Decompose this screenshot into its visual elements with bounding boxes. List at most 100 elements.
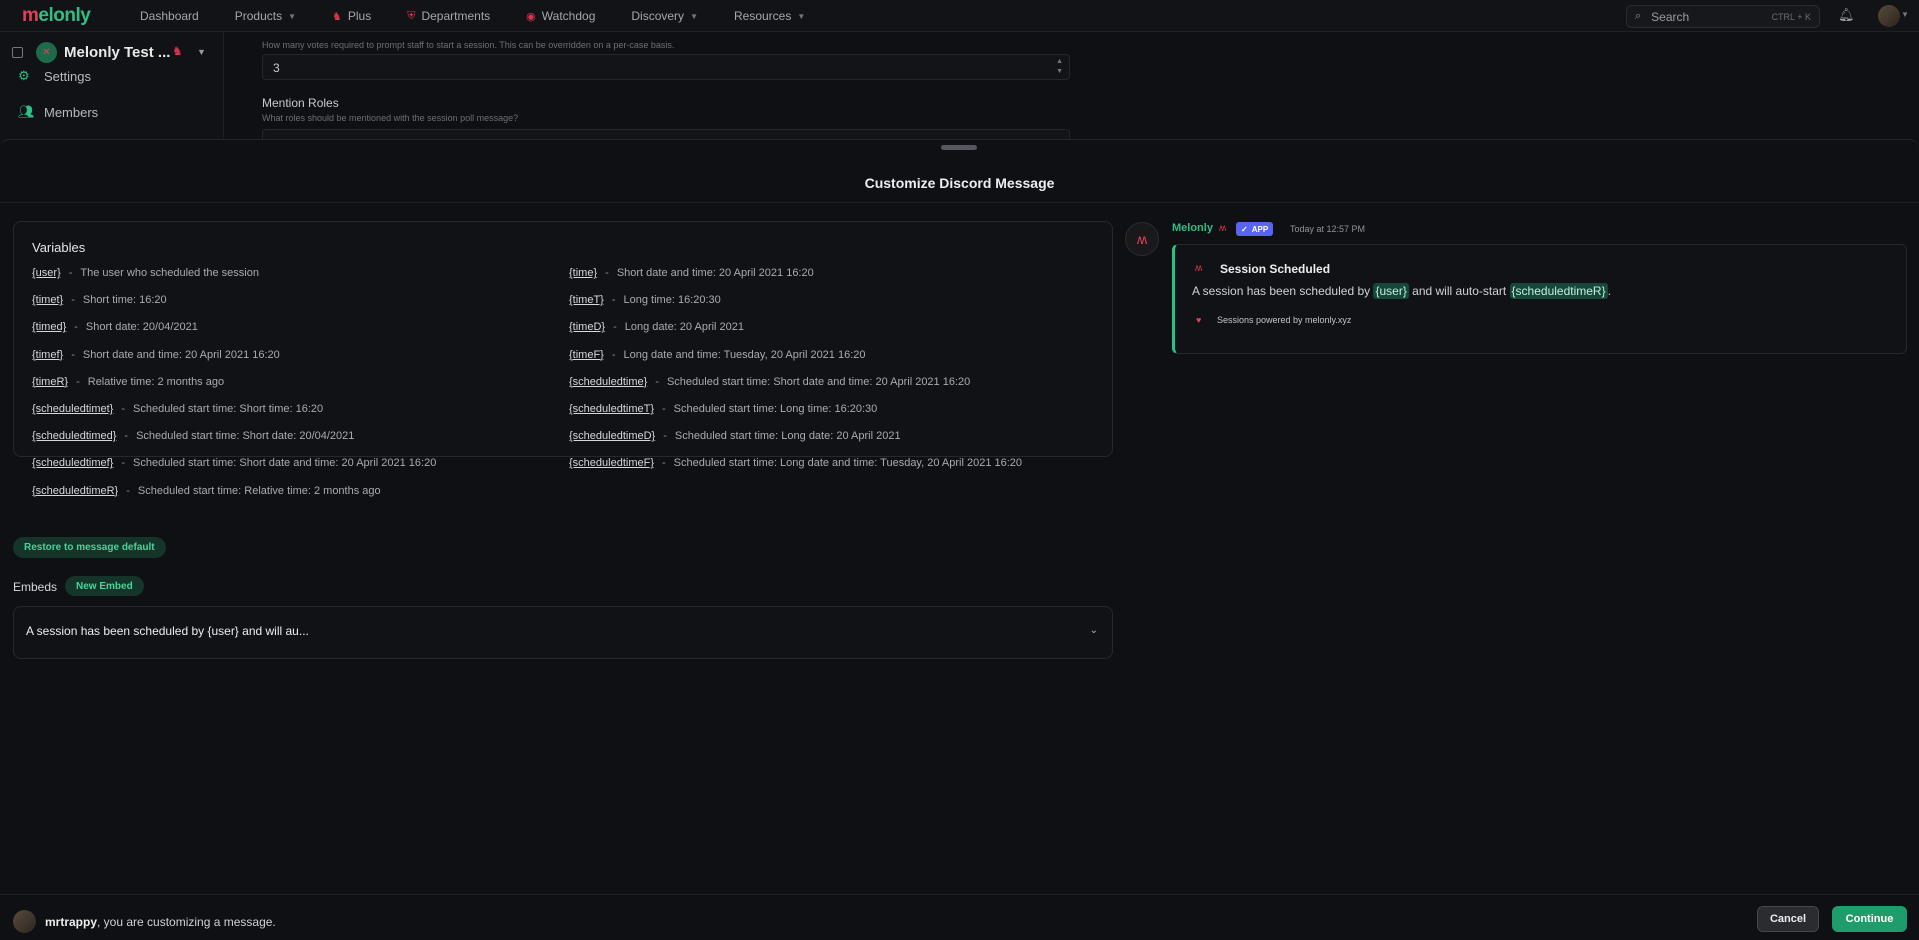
variable-row: {scheduledtimeR} - Scheduled start time: R… — [32, 485, 381, 497]
variable-name[interactable]: {timeD} — [569, 321, 605, 333]
variable-name[interactable]: {timef} — [32, 349, 63, 361]
variable-name[interactable]: {scheduledtime} — [569, 376, 647, 388]
variable-name[interactable]: {scheduledtimed} — [32, 430, 116, 442]
variable-separator: - — [71, 294, 75, 307]
variable-name[interactable]: {scheduledtimet} — [32, 403, 113, 415]
message-timestamp: Today at 12:57 PM — [1290, 224, 1366, 234]
variable-row: {scheduledtimef} - Scheduled start time: S… — [32, 457, 436, 469]
nav-dashboard[interactable]: Dashboard — [122, 0, 217, 32]
variable-name[interactable]: {time} — [569, 267, 597, 279]
user-avatar[interactable] — [1878, 5, 1900, 27]
chevron-down-icon[interactable]: ⌄ — [1090, 625, 1098, 636]
variable-name[interactable]: {scheduledtimef} — [32, 457, 113, 469]
variable-separator: - — [121, 457, 126, 470]
nav-plus[interactable]: ♞ Plus — [314, 0, 389, 32]
server-icon: ✕ — [36, 42, 57, 63]
cancel-button[interactable]: Cancel — [1757, 906, 1819, 932]
sidebar-item-members[interactable]: 👥︎ Members — [18, 104, 98, 120]
variable-row: {scheduledtimeD} - Scheduled start time: L… — [569, 430, 901, 442]
chevron-down-icon: ▼ — [690, 11, 698, 21]
variable-name[interactable]: {user} — [32, 267, 61, 279]
sidebar-item-settings[interactable]: ⚙ Settings — [18, 68, 91, 84]
variable-description: Scheduled start time: Long date: 20 Apri… — [674, 430, 901, 443]
server-name[interactable]: Melonly Test ... — [64, 44, 170, 61]
variable-description: Scheduled start time: Relative time: 2 m… — [137, 484, 381, 497]
variable-separator: - — [126, 484, 130, 497]
customize-message-sheet: Customize Discord Message Variables {use… — [0, 139, 1919, 940]
variable-description: Scheduled start time: Short date and tim… — [133, 457, 437, 470]
users-icon: 👥︎ — [18, 104, 35, 119]
variable-name[interactable]: {timeF} — [569, 349, 604, 361]
variable-separator: - — [611, 348, 616, 361]
number-stepper-icon[interactable]: ▲ ▼ — [1056, 57, 1063, 77]
embed-description: A session has been scheduled by {user} a… — [1192, 283, 1611, 299]
variable-name[interactable]: {timeR} — [32, 376, 68, 388]
votes-hint: How many votes required to prompt staff … — [262, 40, 675, 50]
embed-summary: A session has been scheduled by {user} a… — [26, 624, 309, 638]
nav-departments[interactable]: ⛨ Departments — [389, 0, 508, 32]
melonly-icon: ʍ — [1195, 263, 1203, 274]
variable-row: {timeR} - Relative time: 2 months ago — [32, 376, 224, 388]
variable-row: {timeT} - Long time: 16:20:30 — [569, 294, 721, 306]
check-icon: ✓ — [1241, 224, 1248, 234]
variable-row: {user} - The user who scheduled the sessio… — [32, 267, 259, 279]
nav-products[interactable]: Products ▼ — [217, 0, 314, 32]
sidebar: ✕ Melonly Test ... ♞ ▼ ⚙ Settings 👥︎ Mem… — [0, 32, 224, 142]
variable-description: Long date and time: Tuesday, 20 April 20… — [623, 348, 866, 361]
variable-name[interactable]: {scheduledtimeR} — [32, 485, 118, 497]
chevron-down-icon[interactable]: ▼ — [197, 47, 206, 57]
embed-title: Session Scheduled — [1220, 262, 1331, 276]
variable-name[interactable]: {scheduledtimeF} — [569, 457, 654, 469]
variable-row: {timeF} - Long date and time: Tuesday, 20 … — [569, 349, 866, 361]
variable-row: {timeD} - Long date: 20 April 2021 — [569, 321, 744, 333]
nav-watchdog[interactable]: ◉ Watchdog — [508, 0, 613, 32]
restore-default-button[interactable]: Restore to message default — [13, 537, 166, 558]
continue-button[interactable]: Continue — [1832, 906, 1907, 932]
variable-row: {scheduledtime} - Scheduled start time: Sh… — [569, 376, 970, 388]
bot-emoji-icon: ʍ — [1219, 223, 1227, 234]
chevron-down-icon: ▼ — [288, 11, 296, 21]
embed-footer: Sessions powered by melonly.xyz — [1217, 315, 1352, 325]
nav-resources[interactable]: Resources ▼ — [716, 0, 823, 32]
bell-icon[interactable]: 🔔︎ — [1838, 7, 1855, 23]
variable-row: {time} - Short date and time: 20 April 202… — [569, 267, 814, 279]
variable-name[interactable]: {scheduledtimeD} — [569, 430, 655, 442]
votes-number-input[interactable]: 3 ▲ ▼ — [262, 54, 1070, 80]
embed-accordion[interactable]: A session has been scheduled by {user} a… — [13, 606, 1113, 659]
melonly-logo[interactable]: melonly — [22, 5, 91, 27]
variable-name[interactable]: {timed} — [32, 321, 66, 333]
variable-description: Short date: 20/04/2021 — [85, 321, 198, 334]
variable-description: The user who scheduled the session — [80, 267, 259, 279]
variable-name[interactable]: {timet} — [32, 294, 63, 306]
embed-preview-card: ʍ Session Scheduled A session has been s… — [1172, 244, 1907, 354]
new-embed-button[interactable]: New Embed — [65, 576, 144, 596]
variable-description: Long date: 20 April 2021 — [624, 321, 745, 334]
search-icon: ⌕ — [1635, 10, 1642, 22]
variable-description: Scheduled start time: Long date and time… — [673, 457, 1023, 470]
embeds-label: Embeds — [13, 580, 58, 594]
app-tag: ✓ APP — [1236, 222, 1274, 236]
chevron-down-icon[interactable]: ▼ — [1901, 10, 1909, 19]
variable-description: Short date and time: 20 April 2021 16:20 — [82, 348, 280, 361]
variable-row: {timed} - Short date: 20/04/2021 — [32, 321, 198, 333]
variable-row: {scheduledtimeF} - Scheduled start time: L… — [569, 457, 1022, 469]
search-input[interactable]: ⌕ Search CTRL + K — [1626, 5, 1820, 28]
bot-avatar: ʍ — [1125, 222, 1159, 256]
variable-description: Relative time: 2 months ago — [87, 375, 225, 388]
heart-icon: ♥ — [1196, 315, 1202, 325]
gear-icon: ⚙ — [18, 68, 30, 83]
drag-handle[interactable] — [941, 145, 977, 150]
customizing-status: mrtrappy, you are customizing a message. — [45, 915, 276, 929]
variable-name[interactable]: {scheduledtimeT} — [569, 403, 654, 415]
variable-description: Short time: 16:20 — [82, 294, 167, 307]
bot-name: Melonly — [1172, 222, 1213, 234]
variable-separator: - — [71, 348, 75, 361]
mention-scheduled-time: {scheduledtimeR} — [1509, 283, 1608, 299]
variable-separator: - — [662, 403, 666, 415]
mention-user: {user} — [1373, 283, 1409, 299]
variable-separator: - — [613, 321, 617, 334]
variable-name[interactable]: {timeT} — [569, 294, 604, 306]
divider — [0, 202, 1919, 203]
sidebar-collapse-icon[interactable] — [12, 47, 23, 58]
nav-discovery[interactable]: Discovery ▼ — [613, 0, 716, 32]
